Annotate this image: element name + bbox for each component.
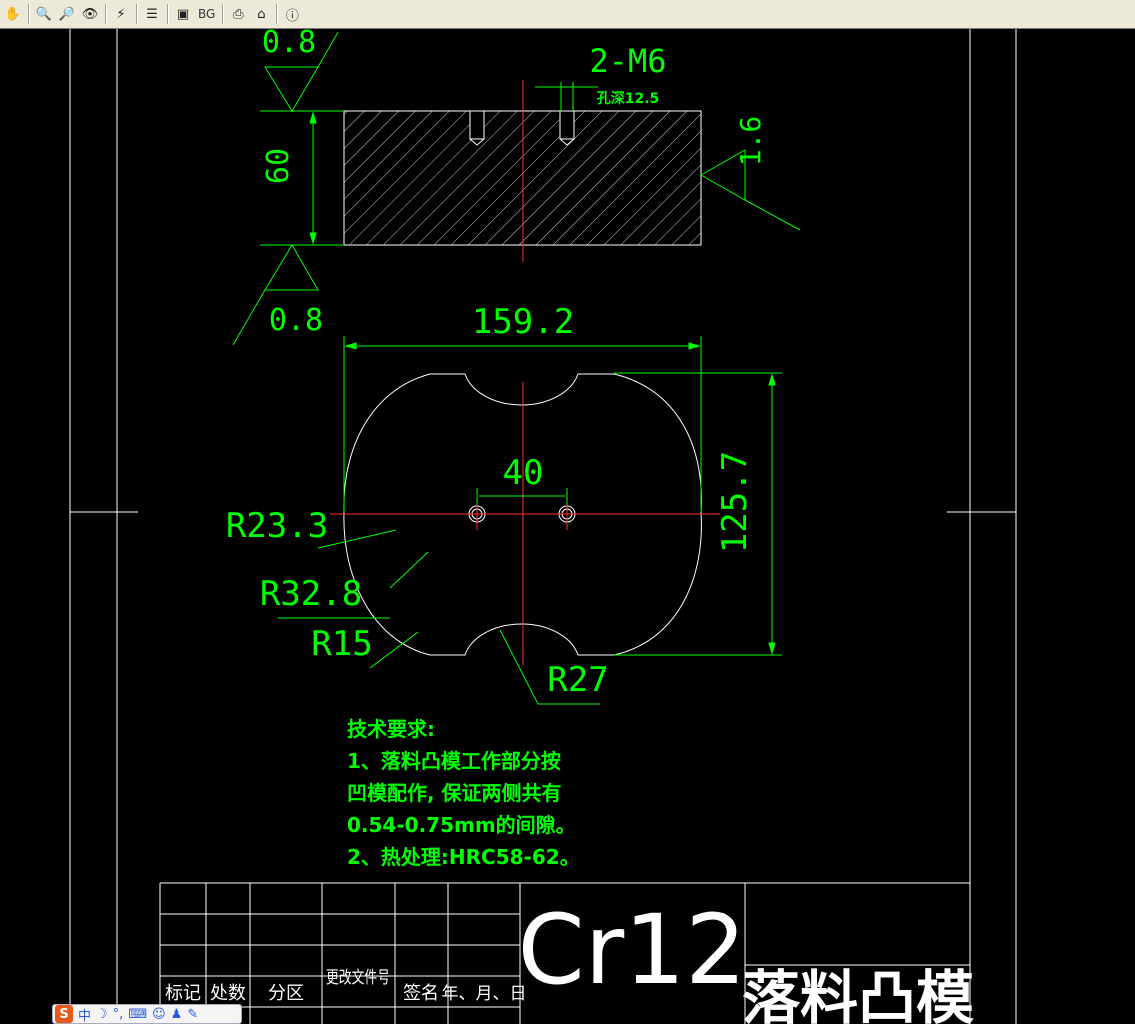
zoom-window-icon[interactable]: 🔎 <box>56 3 78 25</box>
roughness-right-label: 1.6 <box>734 116 767 167</box>
technical-notes: 技术要求: 1、落料凸模工作部分按 凹模配作, 保证两侧共有 0.54-0.75… <box>347 717 580 869</box>
radius-label-3: R15 <box>311 624 372 664</box>
part-name-label: 落料凸模 <box>742 964 974 1024</box>
toolbar-separator <box>105 4 107 24</box>
ime-toolbar[interactable]: S 中 ☽ °, ⌨ ☺ ♟ ✎ <box>52 1004 242 1024</box>
radius-label-2: R32.8 <box>260 574 362 614</box>
layers-icon[interactable]: ☰ <box>141 3 163 25</box>
title-block-headers: 标记 处数 分区 更改文件号 签名 年、月、日 <box>165 968 527 1004</box>
note-line: 凹模配作, 保证两侧共有 <box>347 781 562 805</box>
toolbar-separator <box>28 4 30 24</box>
header-count: 处数 <box>210 983 246 1004</box>
pan-icon[interactable]: ✋ <box>2 3 24 25</box>
material-label: Cr12 <box>518 894 747 1006</box>
height-dim-label: 60 <box>261 148 296 184</box>
width-dim-label: 159.2 <box>472 302 574 342</box>
hole-label: 2-M6 <box>589 42 666 80</box>
roughness-bottom-label: 0.8 <box>269 303 323 338</box>
side-view: 0.8 0.8 1.6 60 2-M6 孔深12.5 <box>232 29 801 346</box>
toolbar-separator <box>167 4 169 24</box>
hole-spacing-label: 40 <box>503 453 544 493</box>
note-line: 0.54-0.75mm的间隙。 <box>347 813 576 837</box>
toolbar: ✋ 🔍 🔎 👁 ⚡ ☰ ▣ BG ⎙ ⌂ ⓘ <box>0 0 1135 29</box>
header-mark: 标记 <box>165 983 201 1004</box>
keyboard-icon[interactable]: ⌨ <box>128 1007 147 1022</box>
note-line: 1、落料凸模工作部分按 <box>347 749 561 773</box>
header-sign: 签名 <box>403 983 439 1004</box>
layout-icon[interactable]: ▣ <box>172 3 194 25</box>
height-dim-label-top: 125.7 <box>715 451 755 553</box>
drawing-canvas[interactable]: 0.8 0.8 1.6 60 2-M6 孔深12.5 159.2 125.7 4… <box>0 29 1135 1024</box>
punctuation-icon[interactable]: °, <box>113 1007 124 1022</box>
background-button[interactable]: BG <box>195 3 218 25</box>
note-line: 技术要求: <box>347 717 435 741</box>
info-icon[interactable]: ⓘ <box>281 3 303 25</box>
skin-icon[interactable]: ♟ <box>171 1007 183 1022</box>
ime-logo-icon: S <box>55 1005 73 1023</box>
view-icon[interactable]: 👁 <box>79 3 101 25</box>
moon-icon[interactable]: ☽ <box>96 1007 108 1022</box>
settings-icon[interactable]: ✎ <box>187 1007 198 1022</box>
home-icon[interactable]: ⌂ <box>250 3 272 25</box>
user-icon[interactable]: ☺ <box>152 1007 166 1022</box>
roughness-top-label: 0.8 <box>262 29 316 60</box>
ime-lang-label[interactable]: 中 <box>78 1005 91 1024</box>
toolbar-separator <box>222 4 225 24</box>
top-view: 159.2 125.7 40 R23.3 R32.8 R15 R27 <box>226 302 782 705</box>
toolbar-separator <box>276 4 279 24</box>
hole-depth-label: 孔深12.5 <box>597 90 660 107</box>
header-date: 年、月、日 <box>442 984 527 1004</box>
header-change-doc: 更改文件号 <box>326 968 390 988</box>
radius-label-4: R27 <box>547 660 608 700</box>
header-zone: 分区 <box>268 983 304 1004</box>
radius-label-1: R23.3 <box>226 506 328 546</box>
zoom-in-icon[interactable]: 🔍 <box>33 3 55 25</box>
note-line: 2、热处理:HRC58-62。 <box>347 845 580 869</box>
toolbar-separator <box>136 4 138 24</box>
flash-icon[interactable]: ⚡ <box>110 3 132 25</box>
print-icon[interactable]: ⎙ <box>227 3 249 25</box>
